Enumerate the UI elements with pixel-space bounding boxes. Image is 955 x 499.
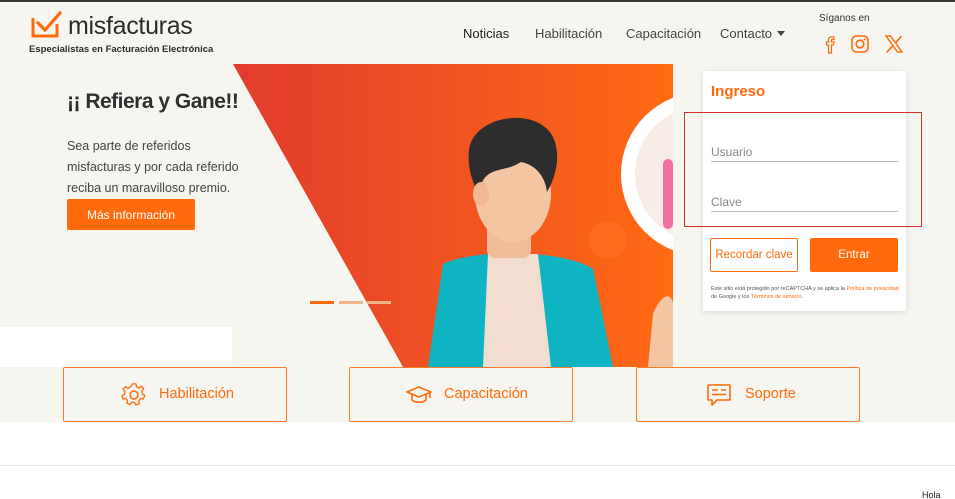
social-label: Síganos en	[819, 13, 870, 24]
nav-item-contacto-label: Contacto	[720, 26, 773, 41]
chat-widget-greeting[interactable]: Hola	[922, 490, 941, 499]
brand-name: misfacturas	[68, 12, 193, 40]
hero-illustration	[233, 64, 673, 367]
feature-card-capacitacion[interactable]: Capacitación	[349, 367, 573, 422]
instagram-icon[interactable]	[849, 33, 871, 55]
carousel-dot-2[interactable]	[339, 301, 363, 304]
site-header: misfacturas Especialistas en Facturación…	[0, 2, 955, 64]
terms-of-service-link[interactable]: Términos de servicio	[751, 294, 802, 300]
chevron-down-icon	[777, 31, 786, 36]
nav-item-habilitacion[interactable]: Habilitación	[535, 26, 602, 41]
feature-label-soporte: Soporte	[745, 386, 796, 402]
username-input[interactable]	[711, 142, 898, 162]
nav-item-contacto[interactable]: Contacto	[720, 26, 786, 41]
recaptcha-notice: Este sitio está protegido por reCAPTCHA …	[711, 285, 901, 301]
password-input[interactable]	[711, 192, 898, 212]
chat-icon	[707, 384, 731, 406]
login-panel: Ingreso Recordar clave Entrar Este sitio…	[703, 71, 906, 311]
hero-title: ¡¡ Refiera y Gane!!	[67, 90, 239, 113]
nav-item-noticias[interactable]: Noticias	[463, 26, 509, 41]
more-info-button[interactable]: Más información	[67, 199, 195, 230]
section-divider	[0, 465, 955, 466]
brand-tagline: Especialistas en Facturación Electrónica	[29, 44, 214, 55]
captcha-middle: de Google y los	[711, 294, 750, 300]
captcha-prefix: Este sitio está protegido por reCAPTCHA …	[711, 286, 845, 292]
hero-gap	[0, 327, 232, 367]
gear-icon	[121, 383, 146, 406]
login-submit-button[interactable]: Entrar	[810, 238, 898, 272]
feature-card-habilitacion[interactable]: Habilitación	[63, 367, 287, 422]
feature-label-habilitacion: Habilitación	[159, 386, 234, 402]
hero-line-3: reciba un maravilloso premio.	[67, 181, 231, 195]
nav-item-capacitacion[interactable]: Capacitación	[626, 26, 701, 41]
hero-banner: ¡¡ Refiera y Gane!! Sea parte de referid…	[0, 64, 955, 367]
hero-line-2: misfacturas y por cada referido	[67, 160, 239, 174]
captcha-suffix: .	[801, 294, 803, 300]
forgot-password-button[interactable]: Recordar clave	[710, 238, 798, 272]
feature-band: Habilitación Capacitación Soporte	[0, 367, 955, 422]
carousel-dot-1[interactable]	[310, 301, 334, 304]
logo[interactable]: misfacturas Especialistas en Facturación…	[28, 8, 228, 58]
hero-description: Sea parte de referidos misfacturas y por…	[67, 136, 257, 199]
privacy-policy-link[interactable]: Política de privacidad	[846, 286, 898, 292]
feature-card-soporte[interactable]: Soporte	[636, 367, 860, 422]
logo-check-icon	[31, 10, 62, 38]
carousel-dot-3[interactable]	[367, 301, 391, 304]
facebook-icon[interactable]	[820, 33, 842, 55]
x-icon[interactable]	[883, 33, 905, 55]
feature-label-capacitacion: Capacitación	[444, 386, 528, 402]
hero-line-1: Sea parte de referidos	[67, 139, 191, 153]
graduation-cap-icon	[406, 386, 432, 404]
login-title: Ingreso	[711, 83, 766, 100]
